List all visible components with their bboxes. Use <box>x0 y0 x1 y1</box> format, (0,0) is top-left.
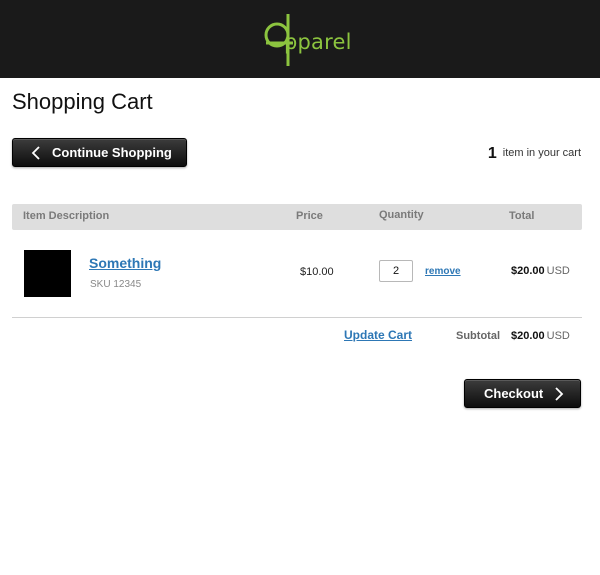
update-cart-link[interactable]: Update Cart <box>344 328 412 342</box>
column-header-total: Total <box>509 210 535 222</box>
product-thumbnail[interactable] <box>24 250 71 297</box>
brand-logo-text: pparel <box>284 30 352 54</box>
site-header: pparel <box>0 0 600 78</box>
remove-item-link[interactable]: remove <box>425 266 461 277</box>
subtotal-value: $20.00 USD <box>511 330 570 342</box>
row-divider <box>12 317 582 318</box>
line-total: $20.00 USD <box>511 265 570 277</box>
checkout-label: Checkout <box>484 386 544 401</box>
subtotal-currency: USD <box>546 330 570 342</box>
quantity-input[interactable] <box>379 260 413 282</box>
column-header-quantity: Quantity <box>379 209 424 221</box>
product-sku: SKU 12345 <box>90 279 142 290</box>
chevron-left-icon <box>31 146 40 160</box>
column-header-price: Price <box>296 210 323 222</box>
continue-shopping-label: Continue Shopping <box>52 145 172 160</box>
subtotal-amount: $20.00 <box>511 330 545 342</box>
product-name-link[interactable]: Something <box>89 255 161 271</box>
column-header-item-description: Item Description <box>23 210 110 222</box>
item-count-text: item in your cart <box>502 147 581 159</box>
item-count-number: 1 <box>487 145 497 162</box>
cart-table-header: Item Description Price Quantity Total <box>12 204 582 230</box>
line-total-currency: USD <box>546 265 570 277</box>
chevron-right-icon <box>555 387 564 401</box>
cart-item-count: 1 item in your cart <box>488 145 581 163</box>
product-price: $10.00 <box>300 266 334 278</box>
line-total-amount: $20.00 <box>511 265 545 277</box>
page-title: Shopping Cart <box>12 89 153 114</box>
checkout-button[interactable]: Checkout <box>464 379 581 408</box>
subtotal-label: Subtotal <box>456 330 500 342</box>
continue-shopping-button[interactable]: Continue Shopping <box>12 138 187 167</box>
